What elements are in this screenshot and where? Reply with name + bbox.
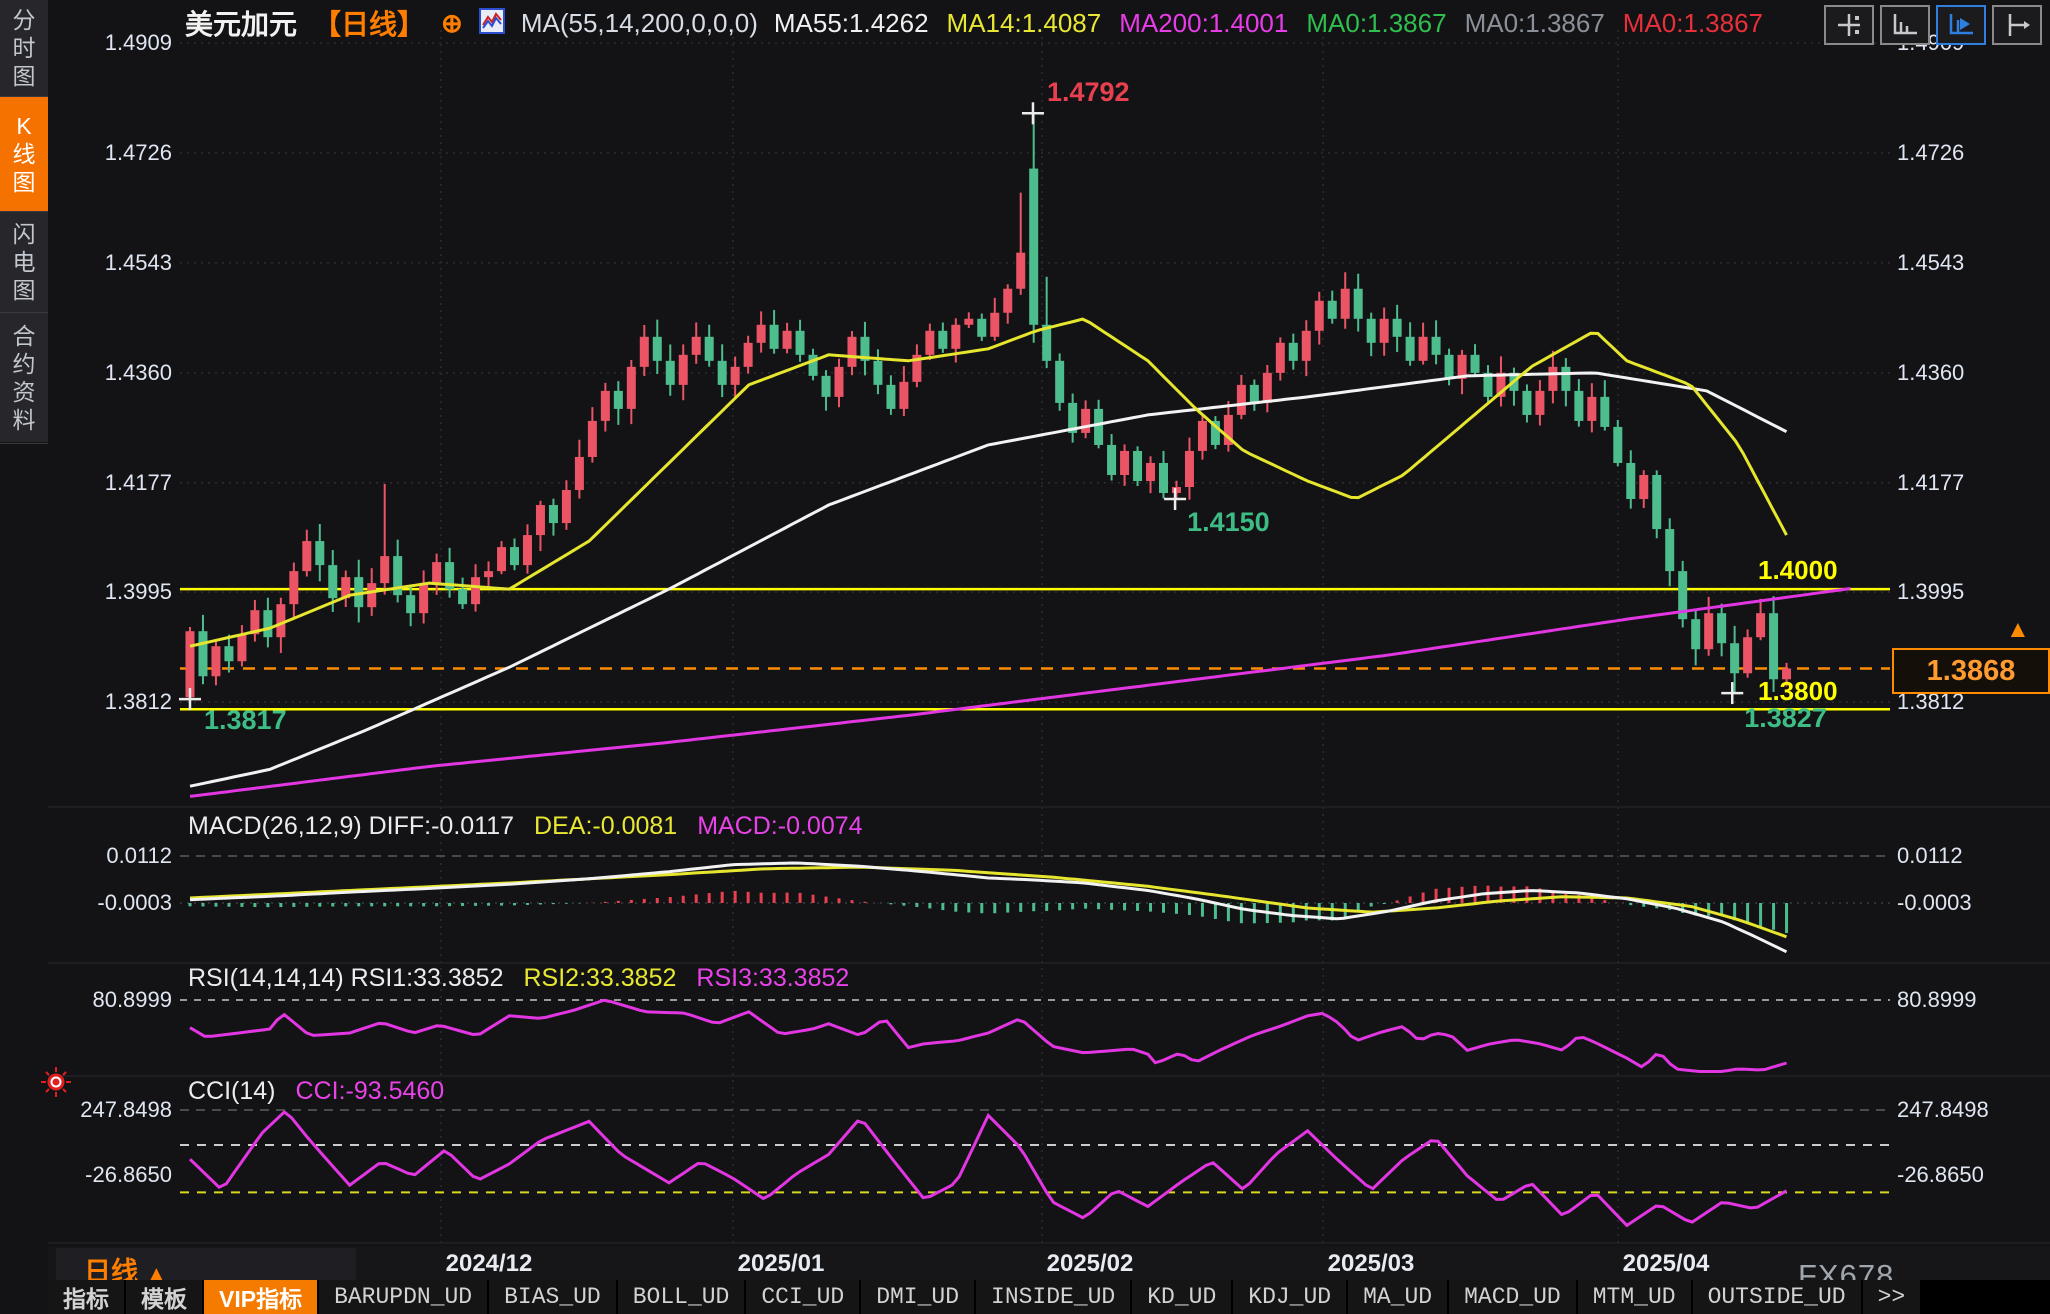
price-tick-left: 1.4909 bbox=[72, 30, 172, 56]
chart-toolbar bbox=[1824, 5, 2042, 45]
indicator-tab-cciud[interactable]: CCI_UD bbox=[746, 1280, 861, 1314]
ma-settings-label: MA(55,14,200,0,0,0) bbox=[521, 8, 758, 39]
chart-axes-icon[interactable] bbox=[1880, 5, 1930, 45]
chart-axes-active-icon[interactable] bbox=[1936, 5, 1986, 45]
indicator-tab-vip[interactable]: VIP指标 bbox=[204, 1280, 319, 1314]
mini-chart-icon[interactable] bbox=[479, 8, 505, 39]
sidebar-item-0[interactable]: 分 时 图 bbox=[0, 0, 48, 97]
indicator-tab-kdud[interactable]: KD_UD bbox=[1132, 1280, 1233, 1314]
x-axis-month-label: 2025/02 bbox=[1047, 1250, 1134, 1278]
sidebar-item-2[interactable]: 闪 电 图 bbox=[0, 212, 48, 313]
sidebar-item-1[interactable]: K 线 图 bbox=[0, 97, 48, 212]
sidebar-item-3[interactable]: 合 约 资 料 bbox=[0, 313, 48, 444]
price-annotation: 1.3817 bbox=[204, 705, 287, 736]
indicator-tick-right: 247.8498 bbox=[1897, 1097, 1989, 1123]
rsi-header-item: RSI(14,14,14) RSI1:33.3852 bbox=[188, 964, 503, 993]
x-axis-month-label: 2025/03 bbox=[1328, 1250, 1415, 1278]
ma-values-row: MA55:1.4262 MA14:1.4087 MA200:1.4001 MA0:1.… bbox=[774, 8, 1763, 39]
price-annotation: 1.4150 bbox=[1187, 507, 1270, 538]
macd-header-item: MACD(26,12,9) DIFF:-0.0117 bbox=[188, 812, 514, 841]
cci-header-item: CCI(14) bbox=[188, 1077, 276, 1106]
symbol-title: 美元加元 bbox=[185, 3, 297, 43]
indicator-tab-mtmud[interactable]: MTM_UD bbox=[1578, 1280, 1693, 1314]
indicator-tab-dmiud[interactable]: DMI_UD bbox=[861, 1280, 976, 1314]
price-annotation: 1.4792 bbox=[1047, 77, 1130, 108]
price-tick-right: 1.3995 bbox=[1897, 579, 1964, 605]
price-tick-right: 1.4177 bbox=[1897, 470, 1964, 496]
indicator-tick-left: 247.8498 bbox=[72, 1097, 172, 1123]
x-axis-month-label: 2025/01 bbox=[738, 1250, 825, 1278]
price-tick-right: 1.4726 bbox=[1897, 140, 1964, 166]
indicator-tab-biasud[interactable]: BIAS_UD bbox=[489, 1280, 618, 1314]
x-axis-month-label: 2024/12 bbox=[446, 1250, 533, 1278]
ma-value: MA0:1.3867 bbox=[1306, 8, 1446, 39]
indicator-tab-[interactable]: >> bbox=[1863, 1280, 1923, 1314]
ma-value: MA55:1.4262 bbox=[774, 8, 929, 39]
indicator-tab-kdjud[interactable]: KDJ_UD bbox=[1233, 1280, 1348, 1314]
chart-canvas[interactable] bbox=[0, 0, 2050, 1314]
ma-value: MA200:1.4001 bbox=[1119, 8, 1288, 39]
last-price-arrow-icon: ▲ bbox=[2006, 616, 2030, 644]
chart-type-sidebar: 分 时 图K 线 图闪 电 图合 约 资 料 bbox=[0, 0, 48, 442]
pan-crosshair-icon[interactable] bbox=[1824, 5, 1874, 45]
indicator-tab-insideud[interactable]: INSIDE_UD bbox=[976, 1280, 1132, 1314]
indicator-tick-right: -0.0003 bbox=[1897, 890, 1972, 916]
indicator-tab-macdud[interactable]: MACD_UD bbox=[1449, 1280, 1578, 1314]
indicator-tab-[interactable]: 指标 bbox=[48, 1280, 126, 1314]
rsi-header-item: RSI2:33.3852 bbox=[523, 964, 676, 993]
rsi-header: RSI(14,14,14) RSI1:33.3852 RSI2:33.3852 RS… bbox=[188, 964, 849, 993]
record-target-icon[interactable] bbox=[40, 1066, 72, 1098]
indicator-tick-left: -0.0003 bbox=[72, 890, 172, 916]
trading-app-window: 分 时 图K 线 图闪 电 图合 约 资 料 美元加元 【日线】 ⊕ MA(55… bbox=[0, 0, 2050, 1314]
macd-header-item: DEA:-0.0081 bbox=[534, 812, 677, 841]
indicator-tick-right: 0.0112 bbox=[1897, 843, 1963, 869]
price-tick-right: 1.4543 bbox=[1897, 250, 1964, 276]
price-tick-left: 1.3812 bbox=[72, 689, 172, 715]
price-tick-left: 1.4360 bbox=[72, 360, 172, 386]
price-annotation: 1.3827 bbox=[1744, 703, 1827, 734]
target-plus-icon[interactable]: ⊕ bbox=[441, 8, 463, 39]
indicator-tab-barupdnud[interactable]: BARUPDN_UD bbox=[319, 1280, 489, 1314]
price-tick-left: 1.4177 bbox=[72, 470, 172, 496]
last-price-box: 1.3868 bbox=[1892, 648, 2050, 694]
indicator-tab-bar: 指标模板VIP指标BARUPDN_UDBIAS_UDBOLL_UDCCI_UDD… bbox=[48, 1280, 2050, 1314]
price-tick-right: 1.4360 bbox=[1897, 360, 1964, 386]
axis-shift-icon[interactable] bbox=[1992, 5, 2042, 45]
indicator-tick-left: 0.0112 bbox=[72, 843, 172, 869]
x-axis-month-label: 2025/04 bbox=[1623, 1250, 1710, 1278]
macd-header: MACD(26,12,9) DIFF:-0.0117 DEA:-0.0081 MAC… bbox=[188, 812, 863, 841]
price-tick-left: 1.3995 bbox=[72, 579, 172, 605]
period-tag[interactable]: 【日线】 bbox=[313, 3, 425, 43]
cci-header-item: CCI:-93.5460 bbox=[296, 1077, 445, 1106]
indicator-tab-[interactable]: 模板 bbox=[126, 1280, 204, 1314]
macd-header-item: MACD:-0.0074 bbox=[697, 812, 862, 841]
chart-header: 美元加元 【日线】 ⊕ MA(55,14,200,0,0,0) MA55:1.4… bbox=[185, 6, 1763, 40]
ma-value: MA14:1.4087 bbox=[947, 8, 1102, 39]
last-price-value: 1.3868 bbox=[1927, 655, 2016, 688]
indicator-tab-maud[interactable]: MA_UD bbox=[1348, 1280, 1449, 1314]
level-label-14000: 1.4000 bbox=[1758, 555, 1838, 586]
cci-header: CCI(14) CCI:-93.5460 bbox=[188, 1077, 444, 1106]
indicator-tick-right: 80.8999 bbox=[1897, 987, 1977, 1013]
indicator-tick-left: 80.8999 bbox=[72, 987, 172, 1013]
indicator-tab-outsideud[interactable]: OUTSIDE_UD bbox=[1693, 1280, 1863, 1314]
rsi-header-item: RSI3:33.3852 bbox=[696, 964, 849, 993]
indicator-tick-left: -26.8650 bbox=[72, 1162, 172, 1188]
ma-value: MA0:1.3867 bbox=[1623, 8, 1763, 39]
ma-value: MA0:1.3867 bbox=[1465, 8, 1605, 39]
price-tick-left: 1.4726 bbox=[72, 140, 172, 166]
indicator-tab-bollud[interactable]: BOLL_UD bbox=[618, 1280, 747, 1314]
indicator-tick-right: -26.8650 bbox=[1897, 1162, 1984, 1188]
price-tick-left: 1.4543 bbox=[72, 250, 172, 276]
